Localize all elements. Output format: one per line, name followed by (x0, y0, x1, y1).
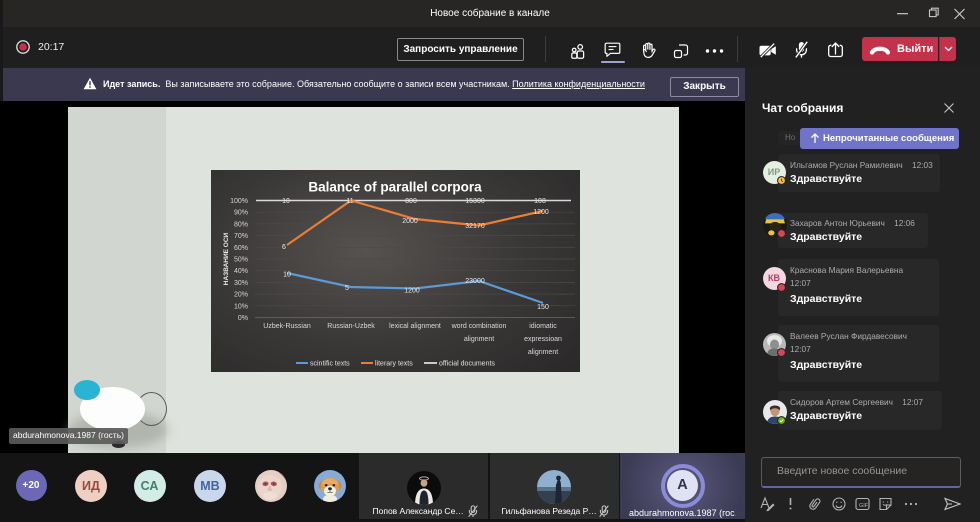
svg-text:scintific texts: scintific texts (310, 361, 350, 368)
svg-text:23000: 23000 (465, 278, 485, 285)
svg-text:Balance of parallel corpora: Balance of parallel corpora (308, 180, 482, 195)
svg-text:0%: 0% (238, 315, 248, 322)
svg-text:800: 800 (405, 198, 417, 205)
svg-text:word combination: word combination (451, 323, 507, 330)
svg-text:60%: 60% (234, 245, 248, 252)
svg-text:10: 10 (282, 198, 290, 205)
svg-text:literary texts: literary texts (375, 361, 413, 368)
svg-text:80%: 80% (234, 221, 248, 228)
svg-text:2000: 2000 (402, 218, 418, 225)
svg-text:6: 6 (282, 244, 286, 251)
svg-text:expressioan: expressioan (524, 336, 562, 343)
svg-text:100%: 100% (230, 198, 248, 205)
svg-text:20%: 20% (234, 292, 248, 299)
svg-text:alignment: alignment (528, 349, 558, 356)
svg-text:1200: 1200 (533, 209, 549, 216)
svg-text:idiomatic: idiomatic (529, 323, 557, 330)
svg-text:НАЗВАНИЕ ОСИ: НАЗВАНИЕ ОСИ (223, 232, 230, 285)
svg-text:150: 150 (537, 304, 549, 311)
svg-text:90%: 90% (234, 210, 248, 217)
svg-text:70%: 70% (234, 233, 248, 240)
svg-text:lexical alignment: lexical alignment (389, 323, 441, 330)
svg-text:50%: 50% (234, 257, 248, 264)
svg-text:11: 11 (346, 198, 353, 205)
svg-text:Uzbek-Russian: Uzbek-Russian (263, 323, 311, 330)
svg-text:5: 5 (345, 285, 349, 292)
svg-text:10%: 10% (234, 303, 248, 310)
svg-text:official documents: official documents (439, 361, 495, 368)
svg-text:10: 10 (283, 272, 291, 279)
svg-text:108: 108 (534, 198, 546, 205)
svg-text:40%: 40% (234, 268, 248, 275)
svg-text:30%: 30% (234, 280, 248, 287)
svg-text:1200: 1200 (404, 288, 420, 295)
svg-text:32170: 32170 (465, 223, 485, 230)
svg-text:Russian-Uzbek: Russian-Uzbek (327, 323, 375, 330)
svg-text:15300: 15300 (465, 198, 485, 205)
svg-text:alignment: alignment (464, 336, 494, 343)
svg-text:GIF: GIF (859, 503, 869, 509)
